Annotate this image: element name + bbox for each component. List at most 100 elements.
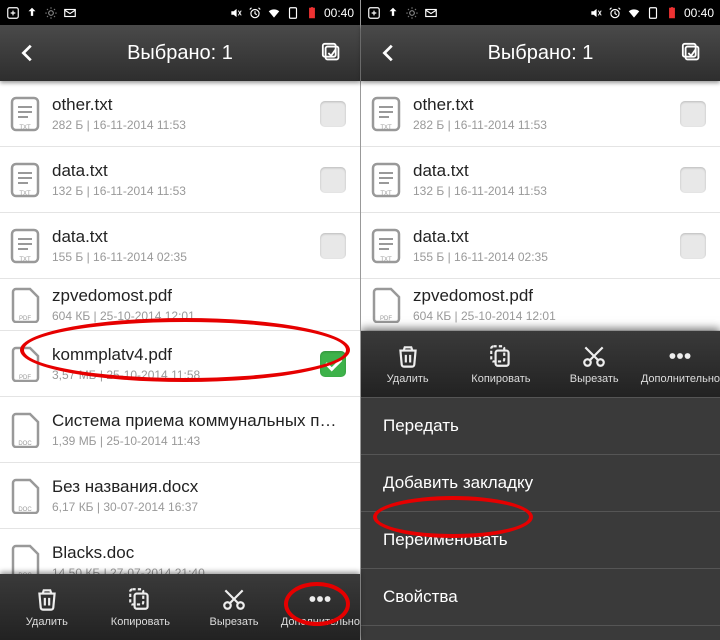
page-title: Выбрано: 1 [409, 42, 672, 65]
back-button[interactable] [8, 33, 48, 73]
pdf-file-icon: PDF [371, 287, 401, 323]
file-name: Blacks.doc [52, 543, 346, 563]
select-all-button[interactable] [672, 33, 712, 73]
file-meta: 1,39 МБ | 25-10-2014 11:43 [52, 434, 346, 448]
svg-text:TXT: TXT [19, 125, 31, 131]
more-button[interactable]: Дополнительно [281, 574, 360, 640]
menu-bookmark[interactable]: Добавить закладку [361, 454, 720, 511]
more-label: Дополнительно [281, 616, 360, 628]
checkbox-multiple-icon [321, 42, 343, 64]
file-row[interactable]: PDF zpvedomost.pdf 604 КБ | 25-10-2014 1… [361, 279, 720, 331]
txt-file-icon: TXT [371, 228, 401, 264]
plus-icon [6, 6, 20, 20]
wifi-icon [267, 6, 281, 20]
trash-icon [395, 343, 421, 369]
file-meta: 155 Б | 16-11-2014 02:35 [413, 250, 680, 264]
file-row[interactable]: DOC Система приема коммунальных платежей… [0, 397, 360, 463]
select-checkbox[interactable] [680, 167, 706, 193]
file-name: data.txt [413, 227, 680, 247]
status-time: 00:40 [324, 6, 354, 20]
file-name: data.txt [413, 161, 680, 181]
copy-icon [127, 586, 153, 612]
file-row[interactable]: TXT data.txt 155 Б | 16-11-2014 02:35 [0, 213, 360, 279]
file-row[interactable]: TXT other.txt 282 Б | 16-11-2014 11:53 [361, 81, 720, 147]
file-name: Без названия.docx [52, 477, 346, 497]
select-checkbox-checked[interactable] [320, 351, 346, 377]
select-checkbox[interactable] [320, 167, 346, 193]
cut-button[interactable]: Вырезать [548, 331, 641, 397]
select-checkbox[interactable] [680, 233, 706, 259]
menu-share[interactable]: Передать [361, 397, 720, 454]
select-checkbox[interactable] [320, 101, 346, 127]
file-row[interactable]: DOC Без названия.docx 6,17 КБ | 30-07-20… [0, 463, 360, 529]
sun-icon [405, 6, 419, 20]
select-checkbox[interactable] [680, 101, 706, 127]
menu-rename[interactable]: Переименовать [361, 511, 720, 568]
file-info: other.txt 282 Б | 16-11-2014 11:53 [52, 95, 320, 132]
file-meta: 155 Б | 16-11-2014 02:35 [52, 250, 320, 264]
cut-label: Вырезать [210, 616, 259, 628]
file-name: Система приема коммунальных платежей [52, 411, 346, 431]
delete-label: Удалить [387, 373, 429, 385]
back-button[interactable] [369, 33, 409, 73]
file-row[interactable]: PDF zpvedomost.pdf 604 КБ | 25-10-2014 1… [0, 279, 360, 331]
select-all-button[interactable] [312, 33, 352, 73]
menu-zip[interactable]: Zip [361, 625, 720, 640]
scissors-icon [581, 343, 607, 369]
wifi-icon [627, 6, 641, 20]
cut-button[interactable]: Вырезать [187, 574, 281, 640]
delete-button[interactable]: Удалить [361, 331, 454, 397]
file-meta: 132 Б | 16-11-2014 11:53 [52, 184, 320, 198]
mail-icon [424, 6, 438, 20]
mute-icon [229, 6, 243, 20]
copy-button[interactable]: Копировать [454, 331, 547, 397]
file-info: data.txt 155 Б | 16-11-2014 02:35 [413, 227, 680, 264]
svg-text:TXT: TXT [19, 191, 31, 197]
status-left [367, 6, 438, 20]
file-name: other.txt [413, 95, 680, 115]
svg-text:PDF: PDF [19, 375, 31, 381]
copy-icon [488, 343, 514, 369]
copy-button[interactable]: Копировать [94, 574, 188, 640]
file-info: data.txt 132 Б | 16-11-2014 11:53 [413, 161, 680, 198]
svg-text:DOC: DOC [18, 441, 32, 447]
more-button[interactable]: Дополнительно [641, 331, 720, 397]
doc-file-icon: DOC [10, 478, 40, 514]
plus-icon [367, 6, 381, 20]
file-info: zpvedomost.pdf 604 КБ | 25-10-2014 12:01 [413, 286, 706, 323]
file-list[interactable]: TXT other.txt 282 Б | 16-11-2014 11:53 T… [0, 81, 360, 574]
sim-icon [286, 6, 300, 20]
app-bar: Выбрано: 1 [361, 25, 720, 81]
copy-label: Копировать [111, 616, 170, 628]
alarm-icon [248, 6, 262, 20]
chevron-left-icon [378, 42, 400, 64]
file-name: zpvedomost.pdf [413, 286, 706, 306]
file-meta: 604 КБ | 25-10-2014 12:01 [52, 309, 346, 323]
svg-text:PDF: PDF [19, 316, 31, 322]
file-info: data.txt 132 Б | 16-11-2014 11:53 [52, 161, 320, 198]
file-row[interactable]: TXT other.txt 282 Б | 16-11-2014 11:53 [0, 81, 360, 147]
more-menu: Удалить Копировать Вырезать Дополнительн… [361, 331, 720, 640]
file-row[interactable]: TXT data.txt 132 Б | 16-11-2014 11:53 [0, 147, 360, 213]
file-row-selected[interactable]: PDF kommplatv4.pdf 3,57 МБ | 25-10-2014 … [0, 331, 360, 397]
alarm-icon [608, 6, 622, 20]
menu-properties[interactable]: Свойства [361, 568, 720, 625]
file-list[interactable]: TXT other.txt 282 Б | 16-11-2014 11:53 T… [361, 81, 720, 640]
mail-icon [63, 6, 77, 20]
file-row[interactable]: TXT data.txt 155 Б | 16-11-2014 02:35 [361, 213, 720, 279]
status-bar: 00:40 [361, 0, 720, 25]
file-row[interactable]: DOC Blacks.doc 14,50 КБ | 27-07-2014 21:… [0, 529, 360, 574]
select-checkbox[interactable] [320, 233, 346, 259]
txt-file-icon: TXT [371, 96, 401, 132]
doc-file-icon: DOC [10, 544, 40, 575]
delete-button[interactable]: Удалить [0, 574, 94, 640]
file-row[interactable]: TXT data.txt 132 Б | 16-11-2014 11:53 [361, 147, 720, 213]
file-name: zpvedomost.pdf [52, 286, 346, 306]
cut-label: Вырезать [570, 373, 619, 385]
page-title: Выбрано: 1 [48, 42, 312, 65]
file-name: data.txt [52, 161, 320, 181]
file-meta: 14,50 КБ | 27-07-2014 21:40 [52, 566, 346, 574]
popup-toolbar: Удалить Копировать Вырезать Дополнительн… [361, 331, 720, 397]
svg-text:PDF: PDF [380, 316, 392, 322]
txt-file-icon: TXT [371, 162, 401, 198]
